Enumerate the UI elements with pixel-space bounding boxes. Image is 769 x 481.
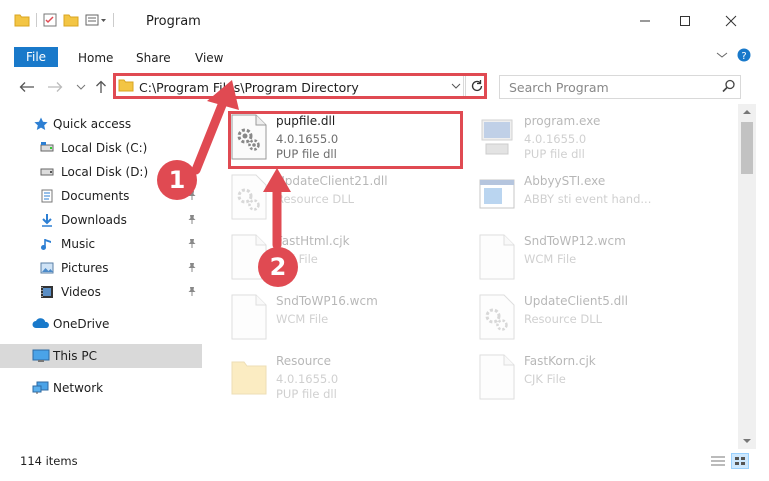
arrow-1-head [207,80,239,110]
callout-badge-2: 2 [258,247,298,287]
arrow-2-head [263,168,291,192]
callout-badge-1: 1 [157,160,197,200]
annotation-arrows [191,80,291,250]
arrow-1 [191,95,229,175]
